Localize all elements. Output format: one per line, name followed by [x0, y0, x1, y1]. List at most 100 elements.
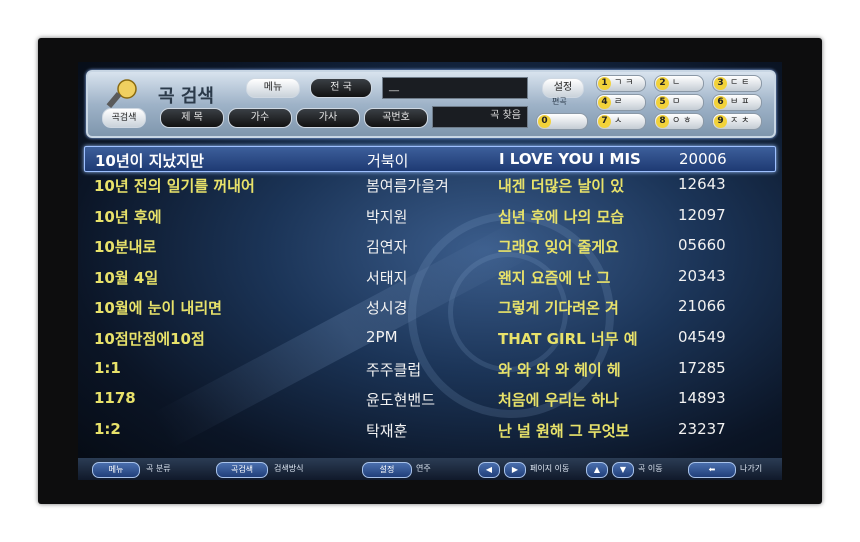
bottom-menu-button[interactable]: 메뉴	[92, 462, 140, 478]
arrow-right-icon: ▶	[511, 465, 519, 474]
exit-button[interactable]: ⬅	[688, 462, 736, 478]
keypad-key-5[interactable]: 5ㅁ	[654, 94, 704, 111]
song-artist: 서태지	[366, 268, 408, 287]
keypad-letters: ㅁ	[672, 97, 681, 107]
song-down-button[interactable]: ▼	[612, 462, 634, 478]
song-lyric: 와 와 와 와 헤이 헤	[498, 360, 621, 379]
keypad-number: 9	[714, 115, 727, 128]
search-result-field: 곡 찾음	[432, 106, 528, 128]
setting-sublabel: 편곡	[552, 97, 567, 106]
song-title: 10월에 눈이 내리면	[94, 299, 222, 318]
bottom-setting-label: 연주	[416, 464, 431, 473]
keypad-number: 7	[598, 115, 611, 128]
song-artist: 박지원	[366, 207, 408, 226]
tab-title[interactable]: 제 목	[160, 108, 224, 128]
page-move-label: 페이지 이동	[530, 464, 570, 473]
keypad-number: 8	[656, 115, 669, 128]
song-row[interactable]: 1178 윤도현밴드 처음에 우리는 하나 14893	[90, 384, 770, 415]
song-move-label: 곡 이동	[638, 464, 663, 473]
keypad-number: 5	[656, 96, 669, 109]
bottom-help-bar: 메뉴 곡 분류 곡검색 검색방식 설정 연주 ◀ ▶ 페이지 이동 ▲ ▼ 곡 …	[78, 458, 782, 480]
keypad-key-4[interactable]: 4ㄹ	[596, 94, 646, 111]
microphone-icon	[102, 78, 142, 108]
song-number: 20006	[679, 150, 727, 168]
song-lyric: THAT GIRL 너무 예	[498, 329, 638, 348]
keypad-letters: ㄱ ㅋ	[614, 78, 634, 88]
song-row-selected[interactable]: 10년이 지났지만 거북이 I LOVE YOU I MIS 20006	[84, 146, 776, 172]
arrow-left-icon: ◀	[485, 465, 493, 474]
song-artist: 탁재훈	[366, 421, 408, 440]
song-number: 04549	[678, 327, 726, 346]
song-lyric: I LOVE YOU I MIS	[499, 150, 641, 168]
song-number: 21066	[678, 297, 726, 316]
song-lyric: 내겐 더많은 날이 있	[498, 177, 625, 195]
song-row[interactable]: 10분내로 김연자 그래요 잊어 줄게요 05660	[90, 231, 770, 262]
keypad-number: 0	[538, 115, 551, 128]
song-lyric: 그래요 잊어 줄게요	[498, 238, 619, 257]
keypad-key-2[interactable]: 2ㄴ	[654, 75, 704, 92]
keypad-letters: ㄷ ㅌ	[730, 78, 750, 88]
song-number: 12097	[678, 205, 726, 224]
tab-song-number[interactable]: 곡번호	[364, 108, 428, 128]
nation-button[interactable]: 전 국	[310, 78, 372, 98]
keypad-letters: ㄹ	[614, 97, 623, 107]
song-row[interactable]: 10점만점에10점 2PM THAT GIRL 너무 예 04549	[90, 323, 770, 354]
song-title: 10점만점에10점	[94, 329, 205, 348]
song-row[interactable]: 10년 전의 일기를 꺼내어 봄여름가을겨 내겐 더많은 날이 있 12643	[90, 170, 770, 201]
song-artist: 2PM	[366, 327, 398, 346]
keypad-key-8[interactable]: 8ㅇ ㅎ	[654, 113, 704, 130]
keypad-key-7[interactable]: 7ㅅ	[596, 113, 646, 130]
keypad-key-1[interactable]: 1ㄱ ㅋ	[596, 75, 646, 92]
song-number: 12643	[678, 175, 726, 193]
song-artist: 거북이	[367, 152, 409, 170]
song-list: 10년이 지났지만 거북이 I LOVE YOU I MIS 20006 10년…	[84, 146, 776, 446]
search-input[interactable]: __	[382, 77, 528, 99]
song-artist: 주주클럽	[366, 360, 422, 379]
keypad-number: 1	[598, 77, 611, 90]
setting-button[interactable]: 설정	[542, 78, 584, 98]
song-title: 1:2	[94, 419, 121, 438]
song-row[interactable]: 1:1 주주클럽 와 와 와 와 헤이 헤 17285	[90, 354, 770, 385]
song-title: 10년이 지났지만	[95, 152, 204, 170]
song-number: 14893	[678, 389, 726, 408]
keypad-key-9[interactable]: 9ㅈ ㅊ	[712, 113, 762, 130]
song-artist: 김연자	[366, 238, 408, 257]
keypad-number: 6	[714, 96, 727, 109]
song-lyric: 처음에 우리는 하나	[498, 391, 619, 410]
song-row[interactable]: 10월에 눈이 내리면 성시경 그렇게 기다려온 겨 21066	[90, 292, 770, 323]
song-title: 10분내로	[94, 238, 157, 257]
page-next-button[interactable]: ▶	[504, 462, 526, 478]
tab-artist[interactable]: 가수	[228, 108, 292, 128]
song-row[interactable]: 1:2 탁재훈 난 널 원해 그 무엇보 23237	[90, 415, 770, 446]
keypad-number: 2	[656, 77, 669, 90]
keypad-key-0[interactable]: 0	[536, 113, 588, 130]
tab-song-search[interactable]: 곡검색	[102, 108, 146, 128]
song-lyric: 난 널 원해 그 무엇보	[498, 421, 630, 440]
exit-label: 나가기	[740, 464, 763, 473]
song-row[interactable]: 10월 4일 서태지 왠지 요즘에 난 그 20343	[90, 262, 770, 293]
keypad-letters: ㄴ	[672, 78, 681, 88]
arrow-up-icon: ▲	[593, 465, 601, 474]
song-row[interactable]: 10년 후에 박지원 십년 후에 나의 모습 12097	[90, 201, 770, 232]
keypad-key-6[interactable]: 6ㅂ ㅍ	[712, 94, 762, 111]
song-title: 10월 4일	[94, 268, 159, 287]
song-artist: 봄여름가을겨	[366, 177, 449, 195]
song-number: 05660	[678, 236, 726, 255]
song-artist: 성시경	[366, 299, 408, 318]
tab-lyrics[interactable]: 가사	[296, 108, 360, 128]
song-title: 10년 후에	[94, 207, 162, 226]
song-number: 23237	[678, 419, 726, 438]
bottom-setting-button[interactable]: 설정	[362, 462, 412, 478]
menu-button[interactable]: 메뉴	[246, 78, 300, 98]
song-title: 1:1	[94, 358, 121, 377]
song-lyric: 십년 후에 나의 모습	[498, 207, 625, 226]
keypad-number: 3	[714, 77, 727, 90]
song-title: 1178	[94, 389, 136, 408]
song-up-button[interactable]: ▲	[586, 462, 608, 478]
karaoke-screen: 곡 검색 메뉴 전 국 __ 설정 편곡 곡검색 제 목 가수 가사 곡번호 곡…	[78, 62, 782, 480]
bottom-search-button[interactable]: 곡검색	[216, 462, 268, 478]
keypad-key-3[interactable]: 3ㄷ ㅌ	[712, 75, 762, 92]
page-prev-button[interactable]: ◀	[478, 462, 500, 478]
keypad-letters: ㅇ ㅎ	[672, 116, 692, 126]
arrow-down-icon: ▼	[619, 465, 627, 474]
